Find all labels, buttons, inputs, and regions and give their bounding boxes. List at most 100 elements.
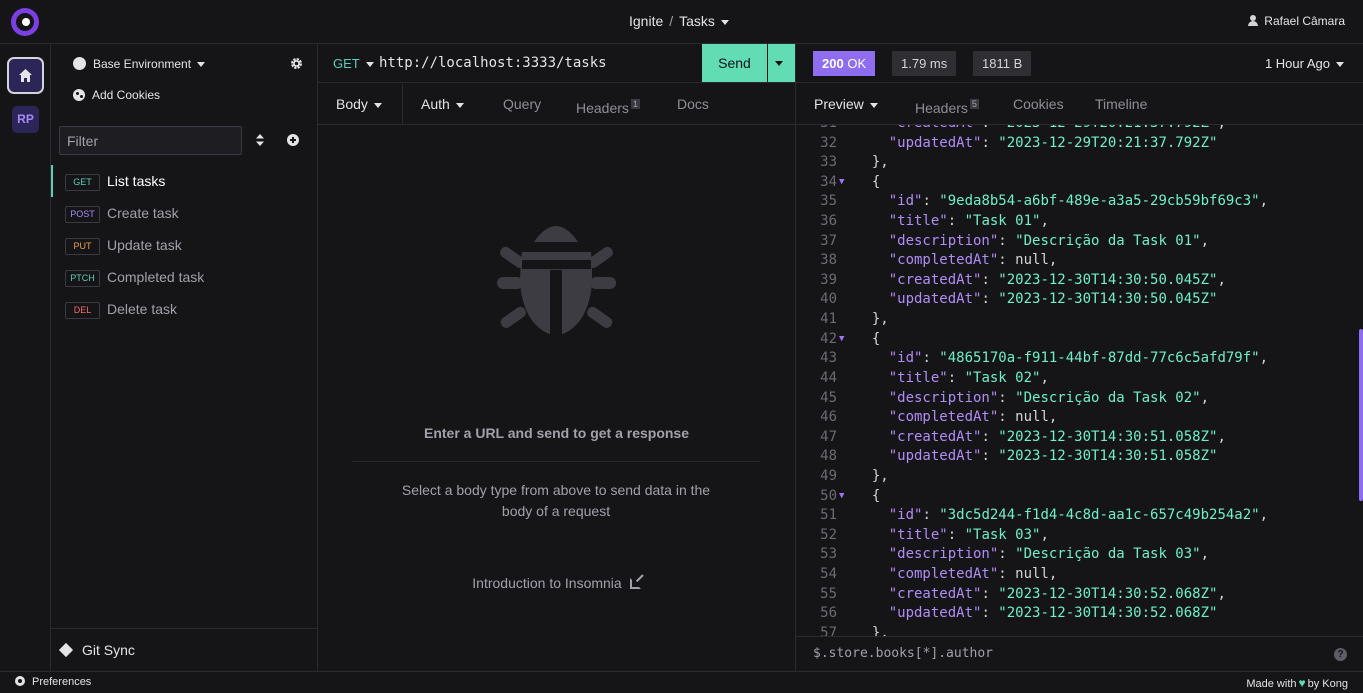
git-sync-button[interactable]: Git Sync (51, 628, 317, 671)
code-text: "createdAt": "2023-12-30T14:30:52.068Z", (888, 585, 1226, 602)
tab-cookies[interactable]: Cookies (1013, 84, 1064, 124)
code-text: "updatedAt": "2023-12-29T20:21:37.792Z" (888, 134, 1218, 151)
footer: Preferences Made with ♥ by Kong (0, 671, 1363, 693)
fold-arrow-icon[interactable]: ▼ (839, 330, 844, 350)
add-cookies-button[interactable]: Add Cookies (73, 88, 160, 102)
method-selector[interactable]: GET (333, 56, 374, 71)
top-bar: Ignite / Tasks Rafael Câmara (0, 0, 1363, 44)
request-tabs: Body Auth Query Headers 1 Docs (318, 84, 795, 125)
code-lines: 31 "createdAt": "2023-12-29T20:21:37.792… (796, 125, 1356, 636)
method-badge: PUT (65, 238, 100, 255)
line-number: 56 (820, 605, 837, 622)
request-name: Completed task (107, 269, 205, 285)
breadcrumb-project[interactable]: Ignite (629, 13, 663, 29)
line-number: 44 (820, 369, 837, 386)
divider (352, 461, 760, 462)
list-item[interactable]: PUT Update task (51, 229, 317, 261)
code-line: 56 "updatedAt": "2023-12-30T14:30:52.068… (796, 604, 1356, 624)
url-input[interactable]: http://localhost:3333/tasks (379, 55, 607, 71)
response-filter-input[interactable]: $.store.books[*].author (813, 646, 993, 661)
list-item[interactable]: GET List tasks (51, 165, 317, 197)
fold-arrow-icon[interactable]: ▼ (839, 173, 844, 193)
home-button[interactable] (7, 57, 44, 94)
line-number: 40 (820, 291, 837, 308)
status-badge: 200 OK (813, 51, 876, 76)
tab-query[interactable]: Query (503, 84, 541, 124)
tab-label: Headers (915, 100, 968, 116)
code-text: }, (855, 624, 889, 636)
code-line: 51 "id": "3dc5d244-f1d4-4c8d-aa1c-657c49… (796, 506, 1356, 526)
environment-selector[interactable]: Base Environment (73, 57, 206, 71)
gear-icon (15, 676, 25, 686)
scrollbar[interactable] (1359, 329, 1363, 501)
response-size: 1811 B (973, 51, 1032, 76)
tab-timeline[interactable]: Timeline (1095, 84, 1147, 124)
user-icon (1248, 15, 1259, 26)
code-line: 33 }, (796, 153, 1356, 173)
code-text: "updatedAt": "2023-12-30T14:30:50.045Z" (888, 291, 1218, 308)
line-number: 37 (820, 232, 837, 249)
response-filter-bar: $.store.books[*].author ? (796, 636, 1363, 671)
line-number: 33 (820, 154, 837, 171)
preferences-button[interactable]: Preferences (15, 676, 91, 688)
empty-state-title: Enter a URL and send to get a response (423, 425, 690, 441)
filter-input[interactable] (59, 126, 242, 155)
tab-docs[interactable]: Docs (677, 84, 709, 124)
request-name: Delete task (107, 301, 178, 317)
code-line: 49 }, (796, 467, 1356, 487)
tab-response-headers[interactable]: Headers 5 (915, 84, 979, 124)
code-text: "createdAt": "2023-12-30T14:30:50.045Z", (888, 271, 1226, 288)
response-body[interactable]: 31 "createdAt": "2023-12-29T20:21:37.792… (796, 125, 1363, 636)
line-number: 52 (820, 526, 837, 543)
list-item[interactable]: PTCH Completed task (51, 261, 317, 293)
code-text: }, (855, 311, 889, 328)
request-pane: GET http://localhost:3333/tasks Send Bod… (318, 44, 796, 671)
tab-label: Body (336, 96, 368, 112)
send-button[interactable]: Send (702, 44, 767, 82)
cookie-icon (73, 89, 85, 101)
insomnia-logo-icon[interactable] (11, 8, 39, 36)
fold-arrow-icon[interactable]: ▼ (839, 487, 844, 507)
url-bar: GET http://localhost:3333/tasks Send (318, 44, 795, 83)
code-text: "description": "Descrição da Task 02", (888, 389, 1210, 406)
response-time: 1.79 ms (892, 51, 957, 76)
tab-preview[interactable]: Preview (814, 84, 878, 124)
made-with-kong[interactable]: Made with ♥ by Kong (1246, 676, 1348, 690)
line-number: 53 (820, 546, 837, 563)
environment-color-icon (73, 57, 86, 70)
tab-body[interactable]: Body (336, 84, 382, 124)
project-badge[interactable]: RP (12, 106, 39, 133)
intro-link[interactable]: Introduction to Insomnia (318, 575, 795, 591)
code-text: "updatedAt": "2023-12-30T14:30:51.058Z" (888, 448, 1218, 465)
line-number: 47 (820, 428, 837, 445)
list-item[interactable]: POST Create task (51, 197, 317, 229)
line-number: 34 (820, 173, 837, 190)
code-text: "completedAt": null, (888, 566, 1058, 583)
tab-auth[interactable]: Auth (421, 84, 464, 124)
line-number: 49 (820, 467, 837, 484)
add-request-icon[interactable] (287, 134, 299, 146)
empty-state-body: Select a body type from above to send da… (401, 482, 711, 519)
code-line: 52 "title": "Task 03", (796, 526, 1356, 546)
line-number: 57 (820, 624, 837, 636)
chevron-down-icon[interactable] (720, 19, 729, 25)
code-line: 55 "createdAt": "2023-12-30T14:30:52.068… (796, 585, 1356, 605)
code-text: "title": "Task 03", (888, 526, 1049, 543)
code-line: 43 "id": "4865170a-f911-44bf-87dd-77c6c5… (796, 349, 1356, 369)
method-badge: GET (65, 174, 100, 191)
code-text: "completedAt": null, (888, 409, 1058, 426)
send-options-button[interactable] (768, 44, 795, 82)
response-history-dropdown[interactable]: 1 Hour Ago (1265, 56, 1344, 71)
sort-icon[interactable] (255, 133, 265, 147)
request-list: GET List tasks POST Create task PUT Update … (51, 165, 317, 325)
user-menu[interactable]: Rafael Câmara (1248, 14, 1345, 28)
gear-icon[interactable] (290, 57, 303, 70)
code-line: 42 ▼ { (796, 330, 1356, 350)
line-number: 35 (820, 193, 837, 210)
code-text: { (855, 330, 881, 347)
tab-label: Headers (576, 100, 629, 116)
list-item[interactable]: DEL Delete task (51, 293, 317, 325)
breadcrumb-collection[interactable]: Tasks (679, 13, 715, 29)
tab-headers[interactable]: Headers 1 (576, 84, 640, 124)
help-icon[interactable]: ? (1334, 648, 1347, 661)
